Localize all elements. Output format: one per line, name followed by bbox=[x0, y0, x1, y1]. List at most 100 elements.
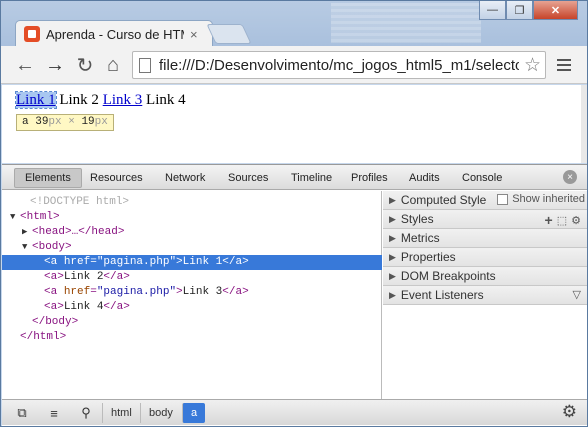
dom-line-body[interactable]: ▼ <body> bbox=[2, 240, 382, 255]
collapsed-triangle-icon: ▶ bbox=[389, 232, 396, 243]
element-state-icon[interactable]: ⬚ bbox=[557, 214, 567, 227]
a4-text: Link 4 bbox=[63, 301, 104, 313]
dom-line-html[interactable]: ▼ <html> bbox=[2, 210, 382, 225]
link-3[interactable]: Link 3 bbox=[103, 92, 143, 108]
a2-open: <a> bbox=[44, 271, 64, 283]
dom-line-a2[interactable]: <a>Link 2</a> bbox=[2, 270, 382, 285]
page-viewport: Link 1 Link 2 Link 3 Link 4 a 39px × 19p… bbox=[2, 85, 581, 163]
a1-text: Link 1 bbox=[182, 256, 223, 268]
link-1[interactable]: Link 1 bbox=[15, 91, 57, 109]
filter-icon[interactable]: ▽ bbox=[573, 288, 581, 301]
dom-line-a1-selected[interactable]: <a href="pagina.php">Link 1</a> bbox=[2, 255, 382, 270]
dom-line-a4[interactable]: <a>Link 4</a> bbox=[2, 300, 382, 315]
a1-open: <a bbox=[44, 256, 64, 268]
page-icon bbox=[139, 57, 151, 73]
tab-console[interactable]: Console bbox=[452, 168, 512, 188]
address-bar[interactable]: file:///D:/Desenvolvimento/mc_jogos_html… bbox=[132, 51, 546, 79]
tooltip-unit: px bbox=[48, 116, 62, 128]
pane-label: Metrics bbox=[400, 231, 440, 245]
show-inherited-checkbox[interactable] bbox=[497, 193, 509, 205]
tab-profiles[interactable]: Profiles bbox=[341, 168, 398, 188]
body-close-tag: </body> bbox=[32, 316, 79, 328]
collapsed-triangle-icon: ▶ bbox=[389, 270, 396, 281]
tab-network[interactable]: Network bbox=[155, 168, 215, 188]
pane-computed-style[interactable]: ▶ Computed Style Show inherited bbox=[383, 191, 587, 210]
devtools-panel: Elements Resources Network Sources Timel… bbox=[2, 164, 587, 426]
bookmark-star-icon[interactable]: ☆ bbox=[524, 54, 541, 77]
show-inherited-toggle[interactable]: Show inherited bbox=[497, 193, 585, 205]
new-tab-button[interactable] bbox=[206, 24, 252, 44]
pane-label: Properties bbox=[400, 250, 456, 264]
breadcrumb-html[interactable]: html bbox=[102, 403, 140, 423]
pane-styles[interactable]: ▶ Styles + ⬚ ⚙ bbox=[383, 210, 587, 229]
tab-close-icon[interactable]: × bbox=[190, 27, 198, 42]
expanded-triangle-icon[interactable]: ▼ bbox=[10, 210, 20, 225]
pane-properties[interactable]: ▶ Properties bbox=[383, 248, 587, 267]
collapsed-triangle-icon[interactable]: ▶ bbox=[22, 225, 32, 240]
dom-line-head[interactable]: ▶ <head>…</head> bbox=[2, 225, 382, 240]
dock-icon[interactable]: ⧉ bbox=[10, 403, 34, 423]
expanded-triangle-icon[interactable]: ▼ bbox=[22, 240, 32, 255]
tooltip-height: 19 bbox=[81, 116, 95, 128]
search-icon[interactable]: ⚲ bbox=[74, 403, 98, 423]
a3-attr: href bbox=[63, 286, 91, 298]
tab-sources[interactable]: Sources bbox=[218, 168, 278, 188]
tab-audits[interactable]: Audits bbox=[399, 168, 450, 188]
devtools-close-icon[interactable]: × bbox=[563, 170, 577, 184]
html-close-tag: </html> bbox=[20, 331, 67, 343]
url-text: file:///D:/Desenvolvimento/mc_jogos_html… bbox=[159, 56, 519, 74]
close-window-button[interactable]: ✕ bbox=[533, 1, 578, 20]
title-bar: Aprenda - Curso de HTML × — ❐ ✕ bbox=[1, 1, 587, 47]
browser-toolbar: ← → ↻ ⌂ file:///D:/Desenvolvimento/mc_jo… bbox=[1, 46, 587, 84]
maximize-button[interactable]: ❐ bbox=[506, 1, 533, 20]
tooltip-times: × bbox=[68, 116, 75, 128]
a4-open: <a> bbox=[44, 301, 64, 313]
tab-elements[interactable]: Elements bbox=[14, 168, 82, 188]
tooltip-width: 39 bbox=[35, 116, 49, 128]
dom-line-doctype[interactable]: <!DOCTYPE html> bbox=[2, 195, 382, 210]
dom-line-html-close[interactable]: </html> bbox=[2, 330, 382, 345]
a1-attr: href bbox=[63, 256, 91, 268]
page-scrollbar[interactable] bbox=[581, 85, 587, 163]
add-rule-icon[interactable]: + bbox=[545, 212, 553, 228]
minimize-button[interactable]: — bbox=[479, 1, 506, 20]
pane-label: DOM Breakpoints bbox=[400, 269, 496, 283]
devtools-status-bar: ⧉ ≡ ⚲ html body a ⚙ bbox=[2, 399, 587, 425]
a1-close: > bbox=[176, 256, 183, 268]
a1-val: "pagina.php" bbox=[96, 256, 177, 268]
a3-eq: = bbox=[90, 286, 97, 298]
breadcrumb-a[interactable]: a bbox=[182, 403, 206, 423]
pane-event-listeners[interactable]: ▶ Event Listeners ▽ bbox=[383, 286, 587, 305]
pane-dom-breakpoints[interactable]: ▶ DOM Breakpoints bbox=[383, 267, 587, 286]
browser-window: Aprenda - Curso de HTML × — ❐ ✕ ← → ↻ ⌂ … bbox=[0, 0, 588, 427]
a2-end: </a> bbox=[103, 271, 130, 283]
back-icon[interactable]: ← bbox=[13, 53, 37, 77]
reload-icon[interactable]: ↻ bbox=[73, 53, 97, 77]
menu-icon[interactable] bbox=[557, 59, 571, 71]
dom-line-body-close[interactable]: </body> bbox=[2, 315, 382, 330]
tab-timeline[interactable]: Timeline bbox=[281, 168, 342, 188]
breadcrumb-body[interactable]: body bbox=[140, 403, 181, 423]
background-window bbox=[331, 3, 481, 43]
pane-label: Computed Style bbox=[400, 193, 487, 207]
tab-resources[interactable]: Resources bbox=[80, 168, 153, 188]
collapsed-triangle-icon: ▶ bbox=[389, 251, 396, 262]
a1-end: </a> bbox=[222, 256, 249, 268]
pane-label: Styles bbox=[400, 212, 434, 226]
forward-icon[interactable]: → bbox=[43, 53, 67, 77]
home-icon[interactable]: ⌂ bbox=[101, 53, 125, 77]
settings-icon[interactable]: ⚙ bbox=[571, 214, 581, 227]
link-4: Link 4 bbox=[146, 92, 186, 108]
gear-icon[interactable]: ⚙ bbox=[562, 402, 577, 422]
doctype-text: <!DOCTYPE html> bbox=[30, 196, 130, 208]
a4-end: </a> bbox=[103, 301, 130, 313]
console-drawer-icon[interactable]: ≡ bbox=[42, 403, 66, 423]
head-tag: <head>…</head> bbox=[32, 226, 125, 238]
pane-metrics[interactable]: ▶ Metrics bbox=[383, 229, 587, 248]
html-open-tag: <html> bbox=[20, 211, 60, 223]
a3-close: > bbox=[176, 286, 183, 298]
a2-text: Link 2 bbox=[63, 271, 104, 283]
dom-line-a3[interactable]: <a href="pagina.php">Link 3</a> bbox=[2, 285, 382, 300]
a3-open: <a bbox=[44, 286, 64, 298]
browser-tab[interactable]: Aprenda - Curso de HTML × bbox=[15, 20, 213, 47]
